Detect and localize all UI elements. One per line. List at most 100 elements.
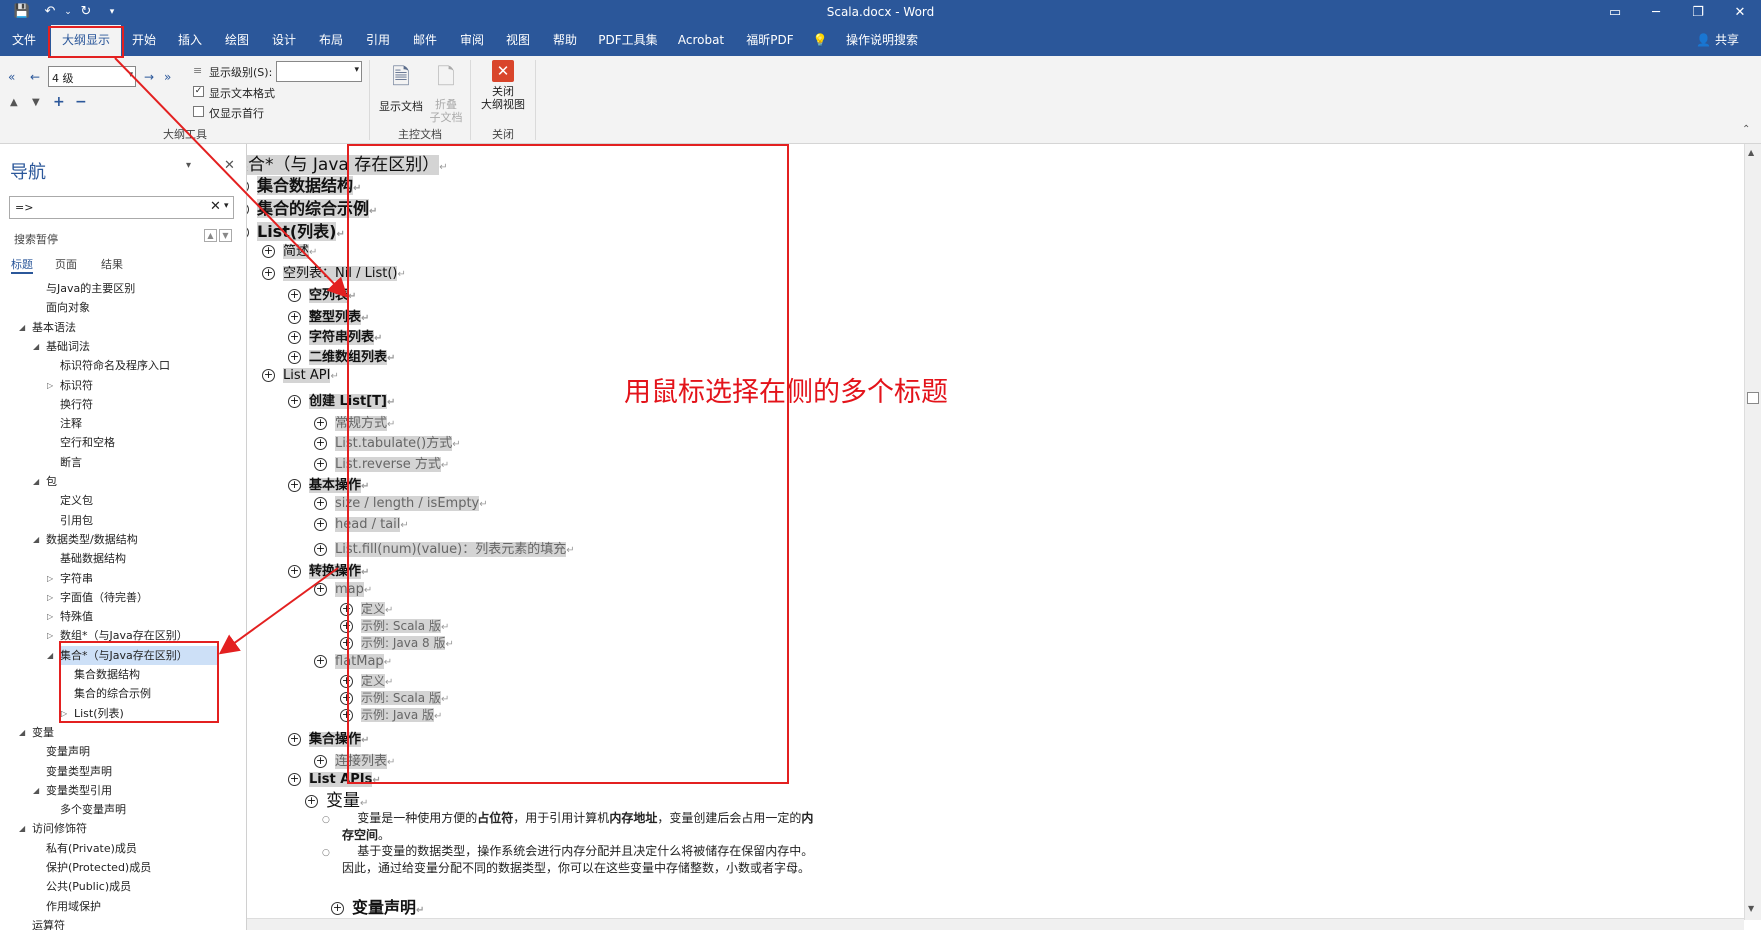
- expand-heading-icon[interactable]: +: [288, 395, 301, 408]
- restore-icon[interactable]: ❐: [1678, 0, 1718, 25]
- nav-tree-item[interactable]: 标识符命名及程序入口: [0, 356, 240, 375]
- tab-references[interactable]: 引用: [362, 25, 394, 56]
- tab-headings[interactable]: 标题: [11, 256, 33, 272]
- nav-tree-item[interactable]: ▷ 特殊值: [0, 607, 240, 626]
- vertical-scrollbar[interactable]: ▲ ▼: [1744, 144, 1761, 920]
- nav-tree-item[interactable]: 基础数据结构: [0, 549, 240, 568]
- nav-tree-item[interactable]: 换行符: [0, 395, 240, 414]
- expand-heading-icon[interactable]: +: [288, 565, 301, 578]
- nav-tree-item[interactable]: ◢ 基础词法: [0, 337, 240, 356]
- nav-tree-item[interactable]: 与Java的主要区别: [0, 279, 240, 298]
- variable-paragraph-2[interactable]: ○ 基于变量的数据类型，操作系统会进行内存分配并且决定什么将被储存在保留内存中。…: [322, 843, 822, 877]
- ribbon-display-options-icon[interactable]: ▭: [1595, 0, 1635, 25]
- expand-heading-icon[interactable]: +: [288, 311, 301, 324]
- horizontal-scrollbar[interactable]: [247, 918, 1744, 930]
- expand-heading-icon[interactable]: +: [247, 180, 249, 193]
- expand-heading-icon[interactable]: +: [305, 794, 318, 808]
- nav-close-icon[interactable]: ✕: [224, 158, 235, 173]
- collapse-subdocs-button[interactable]: 🗋 折叠 子文档: [428, 60, 464, 124]
- minimize-icon[interactable]: ─: [1636, 0, 1676, 25]
- nav-tree-item[interactable]: 运算符: [0, 916, 240, 930]
- expand-heading-icon[interactable]: +: [314, 437, 327, 450]
- tab-mailings[interactable]: 邮件: [409, 25, 441, 56]
- outline-heading[interactable]: +集合数据结构↵: [247, 172, 361, 196]
- collapse-arrow-icon[interactable]: ◢: [19, 723, 25, 742]
- scroll-thumb[interactable]: [1747, 392, 1759, 404]
- expand-heading-icon[interactable]: +: [247, 203, 249, 216]
- expand-arrow-icon[interactable]: ▷: [47, 569, 53, 588]
- nav-tree-item[interactable]: ◢ 数据类型/数据结构: [0, 530, 240, 549]
- expand-heading-icon[interactable]: +: [262, 245, 275, 258]
- expand-icon[interactable]: +: [53, 94, 65, 110]
- expand-heading-icon[interactable]: +: [314, 518, 327, 531]
- collapse-arrow-icon[interactable]: ◢: [33, 472, 39, 491]
- expand-heading-icon[interactable]: +: [288, 351, 301, 364]
- demote-icon[interactable]: →: [144, 70, 154, 84]
- tab-insert[interactable]: 插入: [174, 25, 206, 56]
- nav-tree-item[interactable]: ◢ 基本语法: [0, 318, 240, 337]
- nav-tree-item[interactable]: ◢ 变量: [0, 723, 240, 742]
- clear-search-icon[interactable]: ✕: [210, 199, 221, 214]
- heading-variable[interactable]: + 变量↵: [305, 786, 368, 811]
- expand-heading-icon[interactable]: +: [288, 733, 301, 746]
- collapse-arrow-icon[interactable]: ◢: [19, 819, 25, 838]
- nav-tree-item[interactable]: 变量类型声明: [0, 762, 240, 781]
- tab-help[interactable]: 帮助: [549, 25, 581, 56]
- nav-tree-item[interactable]: 作用域保护: [0, 897, 240, 916]
- share-button[interactable]: 共享: [1712, 25, 1742, 56]
- show-first-line-checkbox[interactable]: [193, 106, 204, 117]
- collapse-ribbon-icon[interactable]: ⌃: [1742, 124, 1750, 135]
- nav-tree-item[interactable]: 私有(Private)成员: [0, 839, 240, 858]
- nav-tree-item[interactable]: 面向对象: [0, 298, 240, 317]
- nav-tree-item[interactable]: ▷ 字符串: [0, 569, 240, 588]
- prev-result-icon[interactable]: ▲: [204, 229, 217, 242]
- tab-home[interactable]: 开始: [128, 25, 160, 56]
- nav-tree-item[interactable]: 定义包: [0, 491, 240, 510]
- nav-tree-item[interactable]: 断言: [0, 453, 240, 472]
- expand-heading-icon[interactable]: +: [314, 543, 327, 556]
- heading-variable-declaration[interactable]: + 变量声明↵: [331, 894, 424, 918]
- expand-heading-icon[interactable]: +: [314, 755, 327, 768]
- nav-tree-item[interactable]: 空行和空格: [0, 433, 240, 452]
- close-window-icon[interactable]: ✕: [1720, 0, 1760, 25]
- collapse-arrow-icon[interactable]: ◢: [33, 781, 39, 800]
- expand-heading-icon[interactable]: +: [288, 479, 301, 492]
- tab-layout[interactable]: 布局: [315, 25, 347, 56]
- tab-acrobat[interactable]: Acrobat: [673, 25, 729, 56]
- show-level-select[interactable]: ▾: [276, 61, 362, 82]
- promote-to-heading1-icon[interactable]: «: [8, 70, 15, 84]
- scroll-up-icon[interactable]: ▲: [1748, 148, 1754, 157]
- nav-tree-item[interactable]: 保护(Protected)成员: [0, 858, 240, 877]
- expand-heading-icon[interactable]: +: [331, 902, 344, 915]
- nav-tree-item[interactable]: 多个变量声明: [0, 800, 240, 819]
- expand-arrow-icon[interactable]: ▷: [47, 607, 53, 626]
- outline-level-select[interactable]: 4 级 ▾: [48, 66, 136, 87]
- nav-tree-item[interactable]: ◢ 变量类型引用: [0, 781, 240, 800]
- nav-tree-item[interactable]: 注释: [0, 414, 240, 433]
- expand-arrow-icon[interactable]: ▷: [47, 626, 53, 645]
- collapse-icon[interactable]: −: [75, 94, 87, 110]
- outline-heading[interactable]: + 简述↵: [262, 240, 317, 259]
- expand-heading-icon[interactable]: +: [288, 289, 301, 302]
- collapse-arrow-icon[interactable]: ◢: [19, 318, 25, 337]
- nav-options-icon[interactable]: ▾: [186, 160, 191, 171]
- expand-heading-icon[interactable]: +: [288, 773, 301, 786]
- expand-heading-icon[interactable]: +: [314, 583, 327, 596]
- tab-design[interactable]: 设计: [268, 25, 300, 56]
- variable-paragraph-1[interactable]: ○ 变量是一种使用方便的占位符，用于引用计算机内存地址，变量创建后会占用一定的内…: [322, 810, 822, 844]
- nav-tree-item[interactable]: 引用包: [0, 511, 240, 530]
- nav-search-input[interactable]: =>: [15, 201, 33, 214]
- expand-heading-icon[interactable]: +: [247, 226, 249, 239]
- tab-foxit-pdf[interactable]: 福昕PDF: [742, 25, 798, 56]
- outline-heading[interactable]: + List(列表)↵: [247, 218, 345, 242]
- outline-heading[interactable]: + List API↵: [262, 368, 339, 383]
- collapse-arrow-icon[interactable]: ◢: [47, 646, 53, 665]
- show-text-format-checkbox[interactable]: ✓: [193, 86, 204, 97]
- expand-heading-icon[interactable]: +: [288, 331, 301, 344]
- collapse-arrow-icon[interactable]: ◢: [33, 530, 39, 549]
- tab-draw[interactable]: 绘图: [221, 25, 253, 56]
- nav-tree-item[interactable]: ◢ 访问修饰符: [0, 819, 240, 838]
- expand-heading-icon[interactable]: +: [262, 369, 275, 382]
- collapse-arrow-icon[interactable]: ◢: [33, 337, 39, 356]
- nav-tree-item[interactable]: ▷ 标识符: [0, 376, 240, 395]
